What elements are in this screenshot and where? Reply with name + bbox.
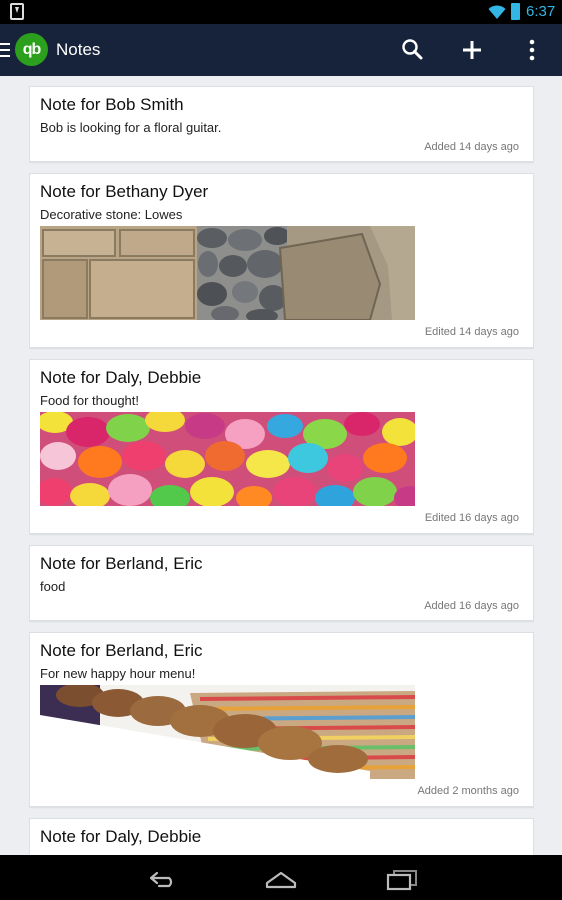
note-card[interactable]: Note for Berland, Eric For new happy hou… xyxy=(29,632,534,807)
note-image-cookies xyxy=(40,685,415,779)
system-nav-bar xyxy=(0,855,562,900)
recent-apps-icon[interactable] xyxy=(384,865,420,891)
note-title: Note for Berland, Eric xyxy=(40,641,203,660)
note-timestamp: Added 16 days ago xyxy=(424,600,519,612)
note-card[interactable]: Note for Bethany Dyer Decorative stone: … xyxy=(29,173,534,348)
note-body: Decorative stone: Lowes xyxy=(40,207,183,222)
plus-icon[interactable] xyxy=(458,36,486,64)
note-title: Note for Daly, Debbie xyxy=(40,368,202,387)
note-image-stones xyxy=(40,226,415,320)
status-bar: 6:37 xyxy=(0,0,562,24)
note-card[interactable]: Note for Bob Smith Bob is looking for a … xyxy=(29,86,534,162)
note-body: For new happy hour menu! xyxy=(40,666,196,681)
wifi-icon xyxy=(488,5,506,19)
download-notification-icon xyxy=(10,3,24,20)
note-body: Bob is looking for a floral guitar. xyxy=(40,120,222,135)
search-icon[interactable] xyxy=(399,36,427,64)
note-timestamp: Added 2 months ago xyxy=(417,785,519,797)
notes-list[interactable]: Note for Bob Smith Bob is looking for a … xyxy=(29,76,534,855)
app-bar: qb Notes xyxy=(0,24,562,76)
note-body: Food for thought! xyxy=(40,393,140,408)
note-timestamp: Added 14 days ago xyxy=(424,141,519,153)
note-image-jellybeans xyxy=(40,412,415,506)
note-timestamp: Edited 14 days ago xyxy=(424,326,519,338)
note-title: Note for Bethany Dyer xyxy=(40,182,209,201)
note-card[interactable]: Note for Berland, Eric food Added 16 day… xyxy=(29,545,534,621)
note-title: Note for Berland, Eric xyxy=(40,554,203,573)
page-title: Notes xyxy=(56,40,101,59)
note-card[interactable]: Note for Daly, Debbie xyxy=(29,818,534,855)
status-time: 6:37 xyxy=(526,3,556,20)
quickbooks-logo[interactable]: qb xyxy=(15,33,48,66)
back-icon[interactable] xyxy=(143,865,179,891)
note-title: Note for Daly, Debbie xyxy=(40,827,202,846)
overflow-menu-icon[interactable] xyxy=(520,36,548,64)
note-body: food xyxy=(40,579,66,594)
home-icon[interactable] xyxy=(263,865,299,891)
note-title: Note for Bob Smith xyxy=(40,95,184,114)
note-card[interactable]: Note for Daly, Debbie Food for thought! xyxy=(29,359,534,534)
battery-icon xyxy=(511,3,520,20)
hamburger-icon[interactable] xyxy=(0,43,10,57)
note-timestamp: Edited 16 days ago xyxy=(424,512,519,524)
